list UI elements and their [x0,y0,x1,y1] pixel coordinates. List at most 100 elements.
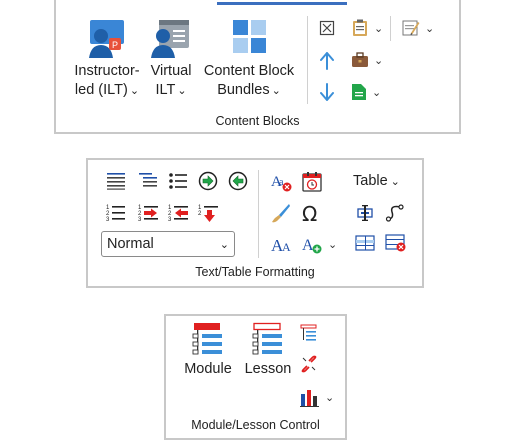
svg-text:2: 2 [198,211,202,217]
s-curve-icon [385,204,404,222]
chevron-down-icon: ⌄ [271,85,281,97]
table-rows-icon [355,235,375,251]
move-up-button[interactable] [319,52,335,70]
omega-icon: Ω [302,202,318,226]
numbered-list-icon: 123 [106,205,125,223]
content-block-bundles-button[interactable]: Content Block Bundles ⌄ [199,18,299,101]
content-block-bundles-label-line1: Content Block [203,63,295,79]
paintbrush-icon [272,204,290,223]
active-tab-indicator [217,2,347,5]
chevron-down-icon: ⌄ [129,85,140,97]
insert-numbered-below-button[interactable]: 12 [198,203,220,223]
separator [390,16,391,41]
briefcase-icon [352,52,368,67]
box-x-icon [319,20,335,36]
indent-text-button[interactable] [138,172,158,190]
instructor-led-icon: P [87,18,127,58]
align-justify-button[interactable] [106,172,126,190]
numbered-arrow-down-icon: 12 [198,205,218,222]
instructor-led-button[interactable]: P Instructor- led (ILT) ⌄ [66,18,148,101]
outline-button[interactable] [300,324,318,342]
module-label: Module [184,361,232,377]
omega-symbol-button[interactable]: Ω [302,202,324,226]
numbered-arrow-left-icon: 123 [168,205,188,223]
insert-numbered-before-button[interactable]: 123 [168,203,190,223]
clear-font-button[interactable]: Aa [271,171,293,193]
arrow-down-icon [320,83,334,101]
move-down-button[interactable] [319,83,335,101]
svg-text:3: 3 [106,217,110,223]
svg-text:A: A [302,237,314,254]
box-x-button[interactable] [319,20,335,36]
outline-tree-icon [300,324,317,341]
chevron-down-icon: ⌄ [425,22,435,35]
chevron-down-icon: ⌄ [372,86,382,99]
green-document-button[interactable]: ⌄ [351,83,381,101]
font-size-button[interactable]: AA [271,233,293,255]
arrow-left-circle-icon [228,171,248,191]
calendar-clock-icon [302,172,322,192]
edit-note-button[interactable]: ⌄ [402,19,434,37]
chevron-down-icon: ⌄ [328,238,338,251]
virtual-ilt-label-line1: Virtual [150,63,192,79]
svg-text:3: 3 [138,217,142,223]
align-justify-icon [107,173,125,190]
instructor-led-label-line2: led (ILT) [74,82,128,98]
numbered-arrow-right-icon: 123 [138,205,158,223]
chevron-down-icon: ⌄ [325,391,335,404]
svg-text:P: P [112,40,118,50]
chevron-down-icon: ⌄ [374,54,384,67]
broken-link-button[interactable] [300,355,318,373]
bar-statistics-icon [300,390,319,407]
insert-table-rows-button[interactable] [355,235,375,251]
lesson-hierarchy-icon [248,322,288,358]
bullet-list-icon [169,173,187,189]
clipboard-button[interactable]: ⌄ [351,19,383,37]
virtual-ilt-icon [151,18,191,58]
chevron-down-icon: ⌄ [219,238,229,251]
back-button[interactable] [228,171,248,191]
group-label-text-table-formatting: Text/Table Formatting [195,265,315,279]
font-size-icon: AA [271,236,291,255]
insert-field-button[interactable] [355,204,375,222]
virtual-ilt-button[interactable]: Virtual ILT ⌄ [146,18,196,101]
group-label-module-lesson-control: Module/Lesson Control [191,418,320,432]
font-clear-icon: Aa [271,174,292,192]
indent-text-icon [139,173,157,187]
table-button[interactable]: Table ⌄ [353,173,400,189]
clipboard-icon [353,19,367,36]
insert-numbered-after-button[interactable]: 123 [138,203,160,223]
insert-link-path-button[interactable] [385,204,405,222]
highlight-text-button[interactable] [271,203,291,223]
broken-link-icon [301,355,317,373]
font-add-icon: A [302,237,322,254]
paragraph-style-select[interactable]: Normal ⌄ [101,231,235,257]
chevron-down-icon: ⌄ [177,85,187,97]
table-button-label: Table [353,173,388,189]
forward-button[interactable] [198,171,218,191]
edit-note-icon [402,20,420,36]
chevron-down-icon: ⌄ [374,22,384,35]
svg-text:3: 3 [168,217,172,223]
instructor-led-label-line1: Instructor- [74,63,140,79]
content-blocks-panel: P Instructor- led (ILT)⌄ Virtual ILT⌄ [54,0,461,134]
lesson-label: Lesson [244,361,292,377]
module-button[interactable]: Module [180,322,236,379]
separator [307,16,308,104]
content-block-bundles-icon [229,18,269,58]
chevron-down-icon: ⌄ [390,176,400,188]
delete-table-button[interactable] [385,234,407,252]
statistics-button[interactable]: ⌄ [300,387,334,407]
svg-text:A: A [282,240,291,254]
module-hierarchy-icon [188,322,228,358]
arrow-up-icon [320,52,334,70]
paragraph-style-value: Normal [107,236,154,252]
bullet-list-button[interactable] [168,172,188,190]
briefcase-button[interactable]: ⌄ [351,52,383,68]
numbered-list-button[interactable]: 123 [106,203,126,223]
special-character-button[interactable] [301,171,323,193]
text-effects-button[interactable]: A ⌄ [301,233,337,255]
green-document-icon [352,84,366,100]
lesson-button[interactable]: Lesson [240,322,296,379]
separator [258,170,259,258]
